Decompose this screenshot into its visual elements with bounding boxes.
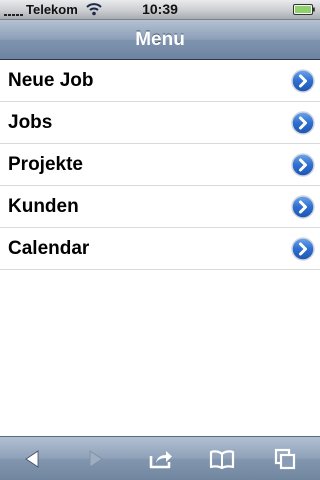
chevron-right-icon[interactable]: [291, 237, 315, 261]
status-bar: Telekom 10:39: [0, 0, 320, 20]
menu-item-label: Kunden: [8, 196, 79, 217]
bookmarks-icon: [209, 449, 235, 469]
back-button[interactable]: [10, 437, 54, 480]
bookmarks-button[interactable]: [200, 437, 244, 480]
tabs-icon: [274, 448, 296, 469]
chevron-right-icon[interactable]: [291, 195, 315, 219]
menu-item-jobs[interactable]: Jobs: [0, 102, 320, 144]
menu-item-projekte[interactable]: Projekte: [0, 144, 320, 186]
share-button[interactable]: [139, 437, 183, 480]
menu-item-kunden[interactable]: Kunden: [0, 186, 320, 228]
chevron-right-icon[interactable]: [291, 69, 315, 93]
menu-item-label: Neue Job: [8, 70, 94, 91]
page-title: Menu: [135, 29, 185, 50]
forward-button[interactable]: [74, 437, 118, 480]
share-icon: [149, 450, 172, 468]
back-arrow-icon: [25, 449, 39, 468]
chevron-right-icon[interactable]: [291, 153, 315, 177]
menu-item-label: Calendar: [8, 238, 90, 259]
browser-toolbar: [0, 436, 320, 480]
forward-arrow-icon: [89, 449, 103, 468]
menu-item-calendar[interactable]: Calendar: [0, 228, 320, 270]
menu-item-label: Projekte: [8, 154, 83, 175]
clock: 10:39: [142, 1, 178, 17]
tabs-button[interactable]: [263, 437, 307, 480]
menu-item-neue-job[interactable]: Neue Job: [0, 60, 320, 102]
chevron-right-icon[interactable]: [291, 111, 315, 135]
battery-icon: [293, 4, 315, 15]
menu-list: Neue Job Jobs Projekte Kunden Calendar: [0, 60, 320, 270]
menu-item-label: Jobs: [8, 112, 53, 133]
navigation-bar: Menu: [0, 20, 320, 60]
